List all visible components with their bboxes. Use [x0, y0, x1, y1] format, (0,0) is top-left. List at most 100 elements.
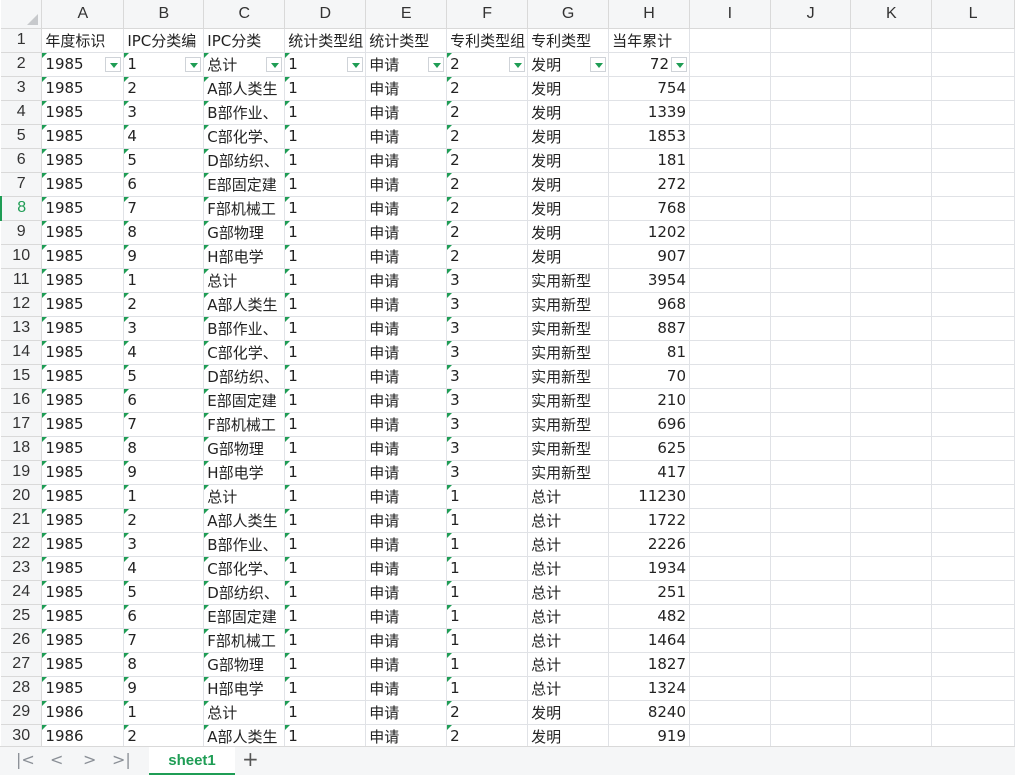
cell-K10[interactable]: [850, 244, 933, 269]
cell-J28[interactable]: [770, 676, 852, 701]
cell-K17[interactable]: [850, 412, 933, 437]
cell-H10[interactable]: 907: [608, 244, 690, 269]
cell-I28[interactable]: [689, 676, 771, 701]
cell-L1[interactable]: [931, 28, 1015, 53]
cell-D20[interactable]: 1: [284, 484, 367, 509]
cell-L23[interactable]: [931, 556, 1015, 581]
cell-L27[interactable]: [931, 652, 1015, 677]
cell-G12[interactable]: 实用新型: [527, 292, 610, 317]
cell-C6[interactable]: D部纺织、: [203, 148, 286, 173]
cell-A25[interactable]: 1985: [41, 604, 125, 629]
cell-I15[interactable]: [689, 364, 771, 389]
cell-A24[interactable]: 1985: [41, 580, 125, 605]
cell-K21[interactable]: [850, 508, 933, 533]
cell-B4[interactable]: 3: [123, 100, 205, 125]
cell-A11[interactable]: 1985: [41, 268, 125, 293]
next-sheet-icon[interactable]: >: [83, 750, 96, 769]
cell-A18[interactable]: 1985: [41, 436, 125, 461]
cell-L20[interactable]: [931, 484, 1015, 509]
cell-D10[interactable]: 1: [284, 244, 367, 269]
cell-H27[interactable]: 1827: [608, 652, 690, 677]
cell-D26[interactable]: 1: [284, 628, 367, 653]
cell-L5[interactable]: [931, 124, 1015, 149]
cell-H23[interactable]: 1934: [608, 556, 690, 581]
cell-D1[interactable]: 统计类型组: [284, 28, 367, 53]
cell-H24[interactable]: 251: [608, 580, 690, 605]
cell-E19[interactable]: 申请: [365, 460, 448, 485]
cell-A22[interactable]: 1985: [41, 532, 125, 557]
cell-L2[interactable]: [931, 52, 1015, 77]
cell-L26[interactable]: [931, 628, 1015, 653]
row-header[interactable]: 17: [1, 412, 43, 437]
cell-L13[interactable]: [931, 316, 1015, 341]
cell-D27[interactable]: 1: [284, 652, 367, 677]
cell-E20[interactable]: 申请: [365, 484, 448, 509]
cell-K4[interactable]: [850, 100, 933, 125]
cell-G27[interactable]: 总计: [527, 652, 610, 677]
row-header[interactable]: 1: [1, 28, 43, 53]
column-header-E[interactable]: E: [365, 0, 448, 29]
cell-G25[interactable]: 总计: [527, 604, 610, 629]
cell-C15[interactable]: D部纺织、: [203, 364, 286, 389]
cell-C23[interactable]: C部化学、: [203, 556, 286, 581]
cell-L22[interactable]: [931, 532, 1015, 557]
cell-A19[interactable]: 1985: [41, 460, 125, 485]
cell-C13[interactable]: B部作业、: [203, 316, 286, 341]
cell-F18[interactable]: 3: [446, 436, 529, 461]
cell-K8[interactable]: [850, 196, 933, 221]
cell-A21[interactable]: 1985: [41, 508, 125, 533]
cell-J20[interactable]: [770, 484, 852, 509]
cell-I10[interactable]: [689, 244, 771, 269]
cell-C22[interactable]: B部作业、: [203, 532, 286, 557]
cell-D18[interactable]: 1: [284, 436, 367, 461]
cell-C4[interactable]: B部作业、: [203, 100, 286, 125]
cell-F29[interactable]: 2: [446, 700, 529, 725]
cell-D8[interactable]: 1: [284, 196, 367, 221]
spreadsheet-grid[interactable]: ABCDEFGHIJKL 1 年度标识 IPC分类编 IPC分类 统计类型组 统计类型 专利…: [0, 0, 1015, 746]
cell-I9[interactable]: [689, 220, 771, 245]
cell-E27[interactable]: 申请: [365, 652, 448, 677]
cell-G1[interactable]: 专利类型: [527, 28, 610, 53]
add-sheet-button[interactable]: +: [242, 747, 259, 771]
cell-K15[interactable]: [850, 364, 933, 389]
cell-G19[interactable]: 实用新型: [527, 460, 610, 485]
cell-D6[interactable]: 1: [284, 148, 367, 173]
cell-E5[interactable]: 申请: [365, 124, 448, 149]
cell-K1[interactable]: [850, 28, 933, 53]
cell-A14[interactable]: 1985: [41, 340, 125, 365]
cell-I11[interactable]: [689, 268, 771, 293]
row-header[interactable]: 27: [1, 652, 43, 677]
cell-K18[interactable]: [850, 436, 933, 461]
cell-E22[interactable]: 申请: [365, 532, 448, 557]
cell-C29[interactable]: 总计: [203, 700, 286, 725]
cell-F6[interactable]: 2: [446, 148, 529, 173]
cell-E13[interactable]: 申请: [365, 316, 448, 341]
cell-I5[interactable]: [689, 124, 771, 149]
cell-A15[interactable]: 1985: [41, 364, 125, 389]
cell-I16[interactable]: [689, 388, 771, 413]
column-header-I[interactable]: I: [689, 0, 771, 29]
cell-C11[interactable]: 总计: [203, 268, 286, 293]
cell-A4[interactable]: 1985: [41, 100, 125, 125]
row-header[interactable]: 6: [1, 148, 43, 173]
cell-C19[interactable]: H部电学: [203, 460, 286, 485]
cell-H5[interactable]: 1853: [608, 124, 690, 149]
first-sheet-icon[interactable]: |<: [16, 750, 35, 769]
cell-B16[interactable]: 6: [123, 388, 205, 413]
row-header[interactable]: 5: [1, 124, 43, 149]
cell-F11[interactable]: 3: [446, 268, 529, 293]
cell-J21[interactable]: [770, 508, 852, 533]
cell-F9[interactable]: 2: [446, 220, 529, 245]
cell-J22[interactable]: [770, 532, 852, 557]
cell-I12[interactable]: [689, 292, 771, 317]
cell-A8[interactable]: 1985: [41, 196, 125, 221]
row-header[interactable]: 3: [1, 76, 43, 101]
cell-E29[interactable]: 申请: [365, 700, 448, 725]
cell-B8[interactable]: 7: [123, 196, 205, 221]
cell-F27[interactable]: 1: [446, 652, 529, 677]
cell-A16[interactable]: 1985: [41, 388, 125, 413]
cell-H11[interactable]: 3954: [608, 268, 690, 293]
cell-K28[interactable]: [850, 676, 933, 701]
filter-dropdown-icon[interactable]: [671, 56, 687, 72]
cell-D29[interactable]: 1: [284, 700, 367, 725]
